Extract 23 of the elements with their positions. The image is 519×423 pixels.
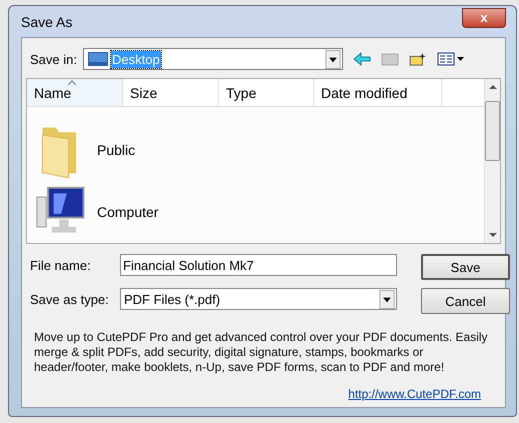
column-header[interactable]: Size — [123, 79, 219, 106]
website-link[interactable]: http://www.CutePDF.com — [348, 387, 481, 401]
back-arrow-icon[interactable] — [352, 52, 371, 66]
column-header[interactable]: Name — [27, 79, 123, 106]
file-name[interactable]: Public — [97, 142, 136, 158]
view-menu-icon[interactable] — [436, 52, 465, 66]
column-header[interactable]: Type — [219, 79, 314, 106]
save-as-type-label: Save as type: — [29, 292, 110, 306]
dialog-button[interactable]: Cancel — [421, 288, 510, 314]
scroll-down-icon[interactable] — [488, 233, 496, 237]
file-name[interactable]: Computer — [97, 204, 158, 220]
save-in-label: Save in: — [29, 52, 77, 66]
new-folder-icon[interactable] — [408, 52, 427, 66]
promo-text: Move up to CutePDF Pro and get advanced control over your PDF documents. Easily merge & split PDFs, add security, digital signature, stamps, bookmarks or header/footer, make booklets, n-Up, save PDF forms, scan to PDF and more! — [34, 330, 489, 375]
window-title: Save As — [21, 14, 72, 30]
save-as-type-dropdown[interactable]: PDF Files (*.pdf) — [120, 288, 397, 310]
scrollbar[interactable] — [484, 79, 500, 243]
desktop-icon — [88, 52, 108, 66]
file-name-label: File name: — [29, 258, 92, 272]
dialog-button[interactable]: Save — [421, 254, 510, 280]
file-name-field[interactable]: Financial Solution Mk7 — [120, 254, 397, 276]
column-header[interactable]: Date modified — [314, 79, 442, 106]
scroll-up-icon[interactable] — [488, 85, 496, 89]
